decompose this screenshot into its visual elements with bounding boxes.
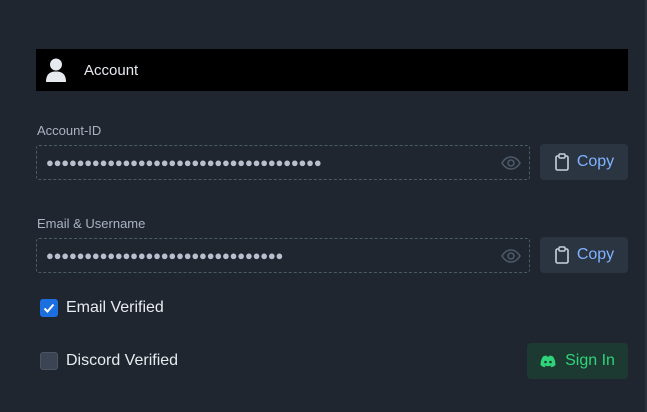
eye-icon[interactable] [501,247,521,265]
account-id-field[interactable]: ●●●●●●●●●●●●●●●●●●●●●●●●●●●●●●●●●●●● [36,145,530,180]
email-verified-row: Email Verified [40,299,164,317]
account-id-masked-value: ●●●●●●●●●●●●●●●●●●●●●●●●●●●●●●●●●●●● [46,155,322,170]
clipboard-icon [554,153,570,171]
clipboard-icon [554,246,570,264]
eye-icon[interactable] [501,154,521,172]
discord-sign-in-button[interactable]: Sign In [527,343,628,379]
copy-email-button[interactable]: Copy [540,237,628,273]
email-verified-label: Email Verified [66,299,164,316]
discord-icon [540,354,556,368]
header-title: Account [84,61,139,79]
copy-button-label: Copy [576,246,615,263]
discord-verified-checkbox[interactable] [40,352,58,370]
account-panel: Account Account-ID ●●●●●●●●●●●●●●●●●●●●●… [0,0,647,412]
copy-button-label: Copy [576,153,615,170]
email-label: Email & Username [37,216,146,231]
discord-verified-row: Discord Verified [40,352,178,370]
copy-account-id-button[interactable]: Copy [540,144,628,180]
check-icon [43,303,55,313]
user-icon [45,57,67,83]
account-id-label: Account-ID [37,123,102,138]
account-header: Account [36,49,628,91]
sign-in-label: Sign In [565,352,615,369]
email-verified-checkbox[interactable] [40,299,58,317]
email-masked-value: ●●●●●●●●●●●●●●●●●●●●●●●●●●●●●●● [46,248,284,263]
email-field[interactable]: ●●●●●●●●●●●●●●●●●●●●●●●●●●●●●●● [36,238,530,273]
discord-verified-label: Discord Verified [66,352,179,369]
